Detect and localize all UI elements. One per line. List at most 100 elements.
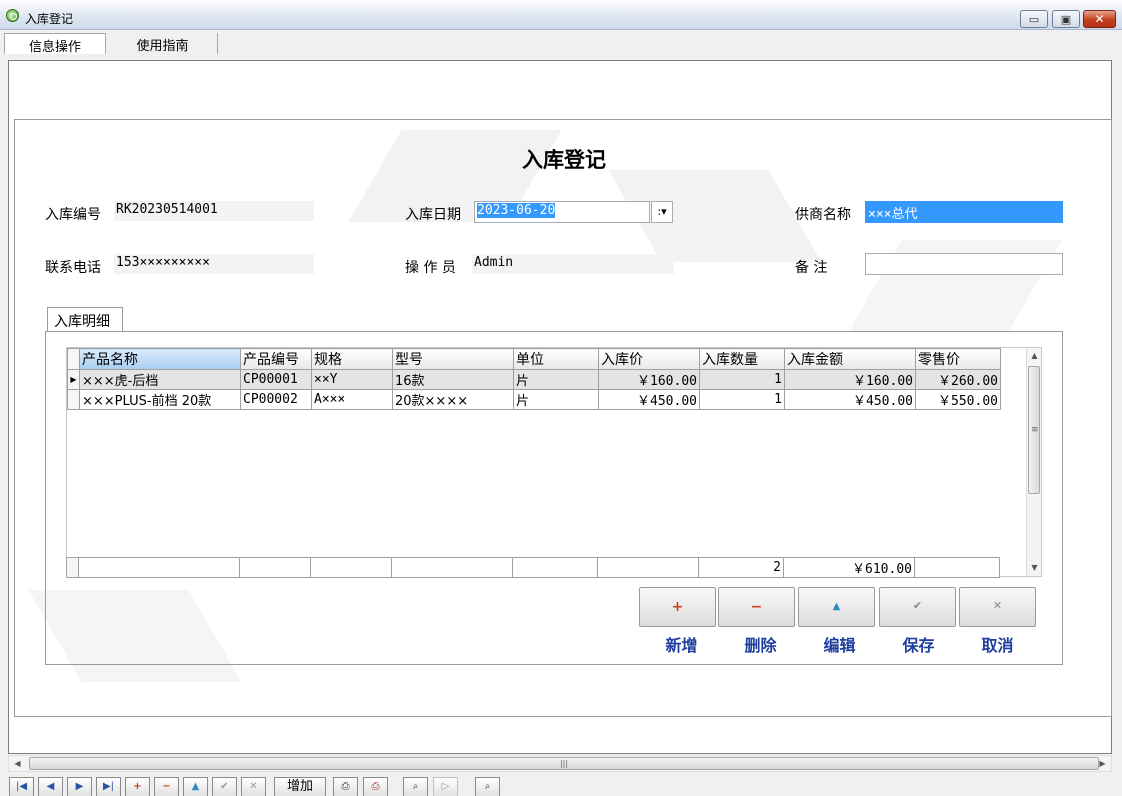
last-icon: ▶| (102, 781, 115, 792)
supplier-input[interactable]: ×××总代 (865, 201, 1063, 223)
column-header-product-name[interactable]: 产品名称 (79, 348, 241, 370)
scroll-right-icon[interactable]: ▶ (1094, 756, 1111, 771)
cancel-button-label[interactable]: 取消 (959, 632, 1036, 656)
date-label: 入库日期 (405, 207, 461, 223)
previous-record-button[interactable]: ◀ (38, 777, 63, 796)
cell-spec[interactable]: A××× (311, 389, 393, 410)
edit-button[interactable]: ▲ (798, 587, 875, 627)
delete-button-label[interactable]: 删除 (722, 632, 799, 656)
scroll-up-icon[interactable]: ▲ (1027, 348, 1042, 364)
grid-vertical-scrollbar[interactable]: ▲ ≡ ▼ (1026, 348, 1041, 576)
search-button[interactable]: ⌕ (475, 777, 500, 796)
next-record-button[interactable]: ▶ (67, 777, 92, 796)
cell-product-name[interactable]: ×××虎-后档 (79, 369, 241, 390)
date-dropdown-button[interactable]: :▾ (651, 201, 673, 223)
check-icon: ✔ (220, 781, 229, 792)
cell-model[interactable]: 20款×××× (392, 389, 514, 410)
save-button-label[interactable]: 保存 (880, 632, 957, 656)
cell-product-name[interactable]: ×××PLUS-前档 20款 (79, 389, 241, 410)
table-row[interactable]: ▶ ×××虎-后档 CP00001 ××Y 16款 片 ￥160.00 1 ￥1… (67, 369, 1001, 390)
close-button[interactable]: ✕ (1083, 10, 1116, 28)
cell-unit[interactable]: 片 (513, 389, 599, 410)
maximize-button[interactable]: ▣ (1052, 10, 1080, 28)
column-header-model[interactable]: 型号 (392, 348, 514, 370)
total-cell (310, 557, 392, 578)
toolbar-edit-button[interactable]: ▲ (183, 777, 208, 796)
toolbar-save-button[interactable]: ✔ (212, 777, 237, 796)
table-row[interactable]: ×××PLUS-前档 20款 CP00002 A××× 20款×××× 片 ￥4… (67, 389, 1001, 410)
cell-spec[interactable]: ××Y (311, 369, 393, 390)
column-header-spec[interactable]: 规格 (311, 348, 393, 370)
save-button[interactable]: ✔ (879, 587, 956, 627)
print-button[interactable]: ⎙ (333, 777, 358, 796)
remark-input[interactable] (865, 253, 1063, 275)
tab-user-guide[interactable]: 使用指南 (108, 33, 218, 54)
cell-amount[interactable]: ￥160.00 (784, 369, 916, 390)
print-setup-button[interactable]: ⎙ (363, 777, 388, 796)
column-header-retail-price[interactable]: 零售价 (915, 348, 1001, 370)
total-cell (512, 557, 598, 578)
cell-unit[interactable]: 片 (513, 369, 599, 390)
scroll-left-icon[interactable]: ◀ (9, 756, 26, 771)
total-quantity: 2 (698, 557, 784, 578)
column-header-price[interactable]: 入库价 (598, 348, 700, 370)
supplier-label: 供商名称 (795, 207, 851, 223)
edit-button-label[interactable]: 编辑 (801, 632, 878, 656)
cell-price[interactable]: ￥160.00 (598, 369, 700, 390)
toolbar-cancel-button[interactable]: ✕ (241, 777, 266, 796)
toolbar-add-button[interactable]: + (125, 777, 150, 796)
row-pointer-icon: ▶ (67, 369, 80, 390)
cell-product-code[interactable]: CP00002 (240, 389, 312, 410)
add-button-label[interactable]: 新增 (643, 632, 720, 656)
cell-retail-price[interactable]: ￥550.00 (915, 389, 1001, 410)
column-header-amount[interactable]: 入库金额 (784, 348, 916, 370)
cell-quantity[interactable]: 1 (699, 369, 785, 390)
cell-model[interactable]: 16款 (392, 369, 514, 390)
column-header-product-code[interactable]: 产品编号 (240, 348, 312, 370)
cancel-button[interactable]: ✕ (959, 587, 1036, 627)
minimize-button[interactable]: ▭ (1020, 10, 1048, 28)
column-header-unit[interactable]: 单位 (513, 348, 599, 370)
date-value: 2023-06-20 (477, 203, 556, 218)
toolbar-delete-button[interactable]: − (154, 777, 179, 796)
total-amount: ￥610.00 (783, 557, 915, 578)
x-icon: ✕ (249, 781, 258, 792)
scrollbar-thumb[interactable]: ≡ (1028, 366, 1040, 494)
cell-retail-price[interactable]: ￥260.00 (915, 369, 1001, 390)
date-input[interactable]: 2023-06-20 (474, 201, 650, 223)
window-title: 入库登记 (25, 12, 74, 26)
minimize-icon: ▭ (1028, 12, 1040, 26)
row-indicator-header (67, 348, 80, 370)
cell-amount[interactable]: ￥450.00 (784, 389, 916, 410)
cell-product-code[interactable]: CP00001 (240, 369, 312, 390)
toolbar-increase-button[interactable]: 增加 (274, 777, 326, 796)
delete-button[interactable]: − (718, 587, 795, 627)
operator-label: 操 作 员 (405, 260, 456, 276)
bottom-toolbar: |◀ ◀ ▶ ▶| + − ▲ ✔ ✕ 增加 ⎙ ⎙ ⌕ ▷ ⌕ (0, 774, 1122, 796)
grip-icon: ≡ (1031, 425, 1039, 435)
run-button[interactable]: ▷ (433, 777, 458, 796)
details-grid[interactable]: 产品名称 产品编号 规格 型号 单位 入库价 入库数量 入库金额 零售价 ▶ ×… (66, 347, 1042, 577)
grip-icon: ||| (559, 759, 569, 768)
triangle-up-icon: ▲ (191, 781, 200, 792)
scroll-down-icon[interactable]: ▼ (1027, 560, 1042, 576)
tab-inbound-details[interactable]: 入库明细 (47, 307, 123, 332)
window-title-bar: 入库登记 ▭ ▣ ✕ (0, 0, 1122, 30)
cell-price[interactable]: ￥450.00 (598, 389, 700, 410)
print-preview-button[interactable]: ⌕ (403, 777, 428, 796)
cell-quantity[interactable]: 1 (699, 389, 785, 410)
inbound-no-label: 入库编号 (45, 207, 101, 223)
last-record-button[interactable]: ▶| (96, 777, 121, 796)
maximize-icon: ▣ (1060, 12, 1072, 26)
tab-info-operation[interactable]: 信息操作 (4, 33, 106, 55)
row-indicator (67, 389, 80, 410)
first-record-button[interactable]: |◀ (9, 777, 34, 796)
scrollbar-thumb[interactable]: ||| (29, 757, 1099, 770)
add-button[interactable]: + (639, 587, 716, 627)
preview-icon: ⌕ (412, 781, 419, 792)
column-header-quantity[interactable]: 入库数量 (699, 348, 785, 370)
horizontal-scrollbar[interactable]: ◀ ||| ▶ (8, 755, 1112, 772)
close-icon: ✕ (1094, 12, 1105, 26)
phone-value: 153××××××××× (114, 254, 314, 274)
inbound-no-value: RK20230514001 (114, 201, 314, 221)
